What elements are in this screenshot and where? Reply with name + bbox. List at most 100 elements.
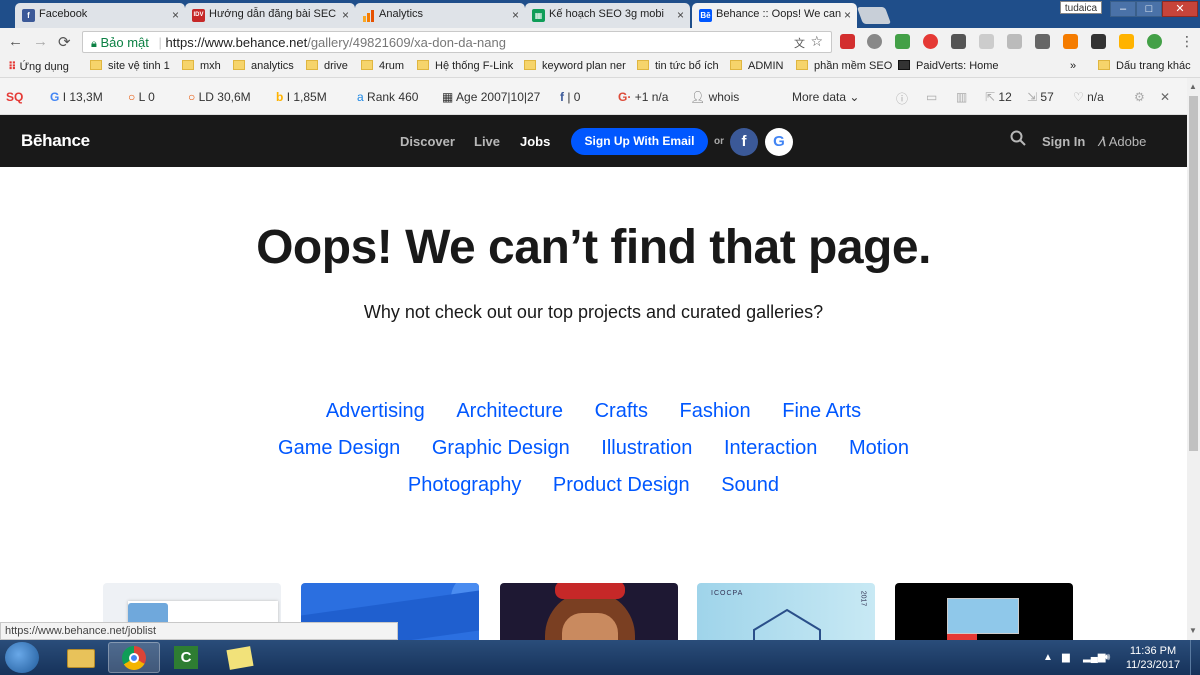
- minimize-button[interactable]: –: [1110, 1, 1136, 17]
- pinterest-icon[interactable]: [923, 34, 938, 49]
- project-thumbnail[interactable]: [895, 583, 1073, 640]
- notes-taskbar-icon[interactable]: [214, 642, 266, 673]
- scroll-up-icon[interactable]: ▲: [1189, 82, 1197, 91]
- bookmark-star-icon[interactable]: ☆: [810, 33, 823, 50]
- extension-icon[interactable]: [840, 34, 855, 49]
- bookmark-item[interactable]: tin tức bổ ích: [637, 60, 719, 72]
- camtasia-taskbar-icon[interactable]: C: [161, 642, 213, 673]
- whois-item[interactable]: 👤︎ whois: [690, 90, 739, 104]
- category-link[interactable]: Interaction: [724, 437, 817, 459]
- internal-links-item[interactable]: ⇲ 57: [1027, 90, 1054, 104]
- tab-sheets[interactable]: ▦ Kế hoạch SEO 3g mobi ×: [525, 3, 690, 28]
- project-thumbnail[interactable]: ICOCPA 2017: [697, 583, 875, 640]
- system-clock[interactable]: 11:36 PM 11/23/2017: [1122, 644, 1184, 672]
- extension-icon[interactable]: [1063, 34, 1078, 49]
- scrollbar-thumb[interactable]: [1189, 96, 1198, 451]
- close-tab-icon[interactable]: ×: [844, 8, 851, 22]
- nav-discover[interactable]: Discover: [400, 134, 455, 149]
- adobe-link[interactable]: ⁄\ Adobe: [1100, 134, 1146, 149]
- extension-icon[interactable]: [1119, 34, 1134, 49]
- extension-icon[interactable]: [1035, 34, 1050, 49]
- tab-behance[interactable]: Bē Behance :: Oops! We can ×: [692, 3, 857, 28]
- other-bookmarks[interactable]: Dấu trang khác: [1098, 60, 1191, 72]
- project-thumbnail[interactable]: [500, 583, 678, 640]
- scroll-down-icon[interactable]: ▼: [1189, 626, 1197, 635]
- menu-dots-icon[interactable]: ⋮: [1180, 33, 1194, 50]
- page-scrollbar[interactable]: ▲ ▼: [1187, 78, 1200, 640]
- bookmarks-overflow[interactable]: »: [1070, 60, 1076, 72]
- network-tray-icon[interactable]: ▆: [1062, 652, 1070, 663]
- sign-up-with-email-button[interactable]: Sign Up With Email: [571, 128, 708, 155]
- category-link[interactable]: Fashion: [680, 400, 751, 422]
- links-item[interactable]: ○ L 0: [128, 90, 155, 104]
- bookmark-item[interactable]: keyword plan ner: [524, 60, 626, 72]
- age-item[interactable]: ▦ Age 2007|10|27: [442, 90, 540, 104]
- apps-shortcut[interactable]: ⠿ Ứng dụng: [8, 60, 69, 73]
- category-link[interactable]: Advertising: [326, 400, 425, 422]
- close-icon[interactable]: ✕: [1160, 90, 1170, 104]
- show-desktop-button[interactable]: [1190, 640, 1200, 675]
- category-link[interactable]: Sound: [721, 474, 779, 496]
- extension-icon[interactable]: [1007, 34, 1022, 49]
- extension-icon[interactable]: [1147, 34, 1162, 49]
- google-signup-button[interactable]: G: [765, 128, 793, 156]
- reload-icon[interactable]: ⟳: [58, 33, 71, 51]
- category-link[interactable]: Architecture: [456, 400, 563, 422]
- nav-live[interactable]: Live: [474, 134, 500, 149]
- bookmark-item[interactable]: site vệ tinh 1: [90, 60, 170, 72]
- category-link[interactable]: Illustration: [601, 437, 692, 459]
- chart-icon[interactable]: ▥: [956, 90, 967, 104]
- bookmark-item[interactable]: mxh: [182, 60, 221, 72]
- tray-expand-icon[interactable]: ▲: [1043, 652, 1053, 663]
- back-arrow-icon[interactable]: ←: [8, 33, 23, 50]
- extension-icon[interactable]: [979, 34, 994, 49]
- bookmark-item[interactable]: PaidVerts: Home: [898, 60, 999, 72]
- close-window-button[interactable]: ✕: [1162, 1, 1198, 17]
- category-link[interactable]: Photography: [408, 474, 521, 496]
- signal-tray-icon[interactable]: ▂▄▆: [1083, 652, 1105, 663]
- close-tab-icon[interactable]: ×: [677, 8, 684, 22]
- bookmark-item[interactable]: analytics: [233, 60, 294, 72]
- translate-icon[interactable]: 文: [794, 35, 805, 51]
- external-links-item[interactable]: ⇱ 12: [985, 90, 1012, 104]
- more-data-dropdown[interactable]: More data ⌄: [792, 90, 859, 104]
- bookmark-item[interactable]: phần mềm SEO: [796, 60, 892, 72]
- volume-tray-icon[interactable]: 🔊︎: [1104, 652, 1110, 663]
- facebook-item[interactable]: f | 0: [560, 90, 580, 104]
- extension-icon[interactable]: [895, 34, 910, 49]
- new-tab-button[interactable]: [856, 7, 892, 24]
- omnibox[interactable]: 🔒︎ Bảo mật | https://www.behance.net/gal…: [82, 31, 832, 53]
- nav-jobs[interactable]: Jobs: [520, 134, 550, 149]
- bookmark-item[interactable]: ADMIN: [730, 60, 783, 72]
- close-tab-icon[interactable]: ×: [172, 8, 179, 22]
- bookmark-item[interactable]: 4rum: [361, 60, 404, 72]
- bookmark-item[interactable]: Hệ thống F-Link: [417, 60, 513, 72]
- tab-analytics[interactable]: Analytics ×: [355, 3, 525, 28]
- facebook-signup-button[interactable]: f: [730, 128, 758, 156]
- category-link[interactable]: Crafts: [595, 400, 648, 422]
- tab-huong-dan[interactable]: IDV Hướng dẫn đăng bài SEC ×: [185, 3, 355, 28]
- search-icon[interactable]: [1010, 130, 1026, 151]
- close-tab-icon[interactable]: ×: [512, 8, 519, 22]
- sign-in-link[interactable]: Sign In: [1042, 134, 1085, 149]
- tab-facebook[interactable]: f Facebook ×: [15, 3, 185, 28]
- info-icon[interactable]: ⓘ: [896, 90, 908, 107]
- behance-logo[interactable]: Bēhance: [21, 131, 90, 151]
- google-index-item[interactable]: G I 13,3M: [50, 90, 103, 104]
- gear-icon[interactable]: ⚙: [1134, 90, 1145, 104]
- linkdomain-item[interactable]: ○ LD 30,6M: [188, 90, 251, 104]
- forward-arrow-icon[interactable]: →: [33, 33, 48, 50]
- chrome-taskbar-icon[interactable]: [108, 642, 160, 673]
- category-link[interactable]: Motion: [849, 437, 909, 459]
- gplus-item[interactable]: G· +1 n/a: [618, 90, 668, 104]
- density-item[interactable]: ♡ n/a: [1073, 90, 1104, 104]
- explorer-taskbar-icon[interactable]: [55, 642, 107, 673]
- extension-icon[interactable]: [867, 34, 882, 49]
- profile-button[interactable]: tudaica: [1060, 1, 1102, 14]
- bing-index-item[interactable]: b I 1,85M: [276, 90, 327, 104]
- category-link[interactable]: Product Design: [553, 474, 690, 496]
- maximize-button[interactable]: □: [1136, 1, 1162, 17]
- close-tab-icon[interactable]: ×: [342, 8, 349, 22]
- category-link[interactable]: Graphic Design: [432, 437, 570, 459]
- page-icon[interactable]: ▭: [926, 90, 937, 104]
